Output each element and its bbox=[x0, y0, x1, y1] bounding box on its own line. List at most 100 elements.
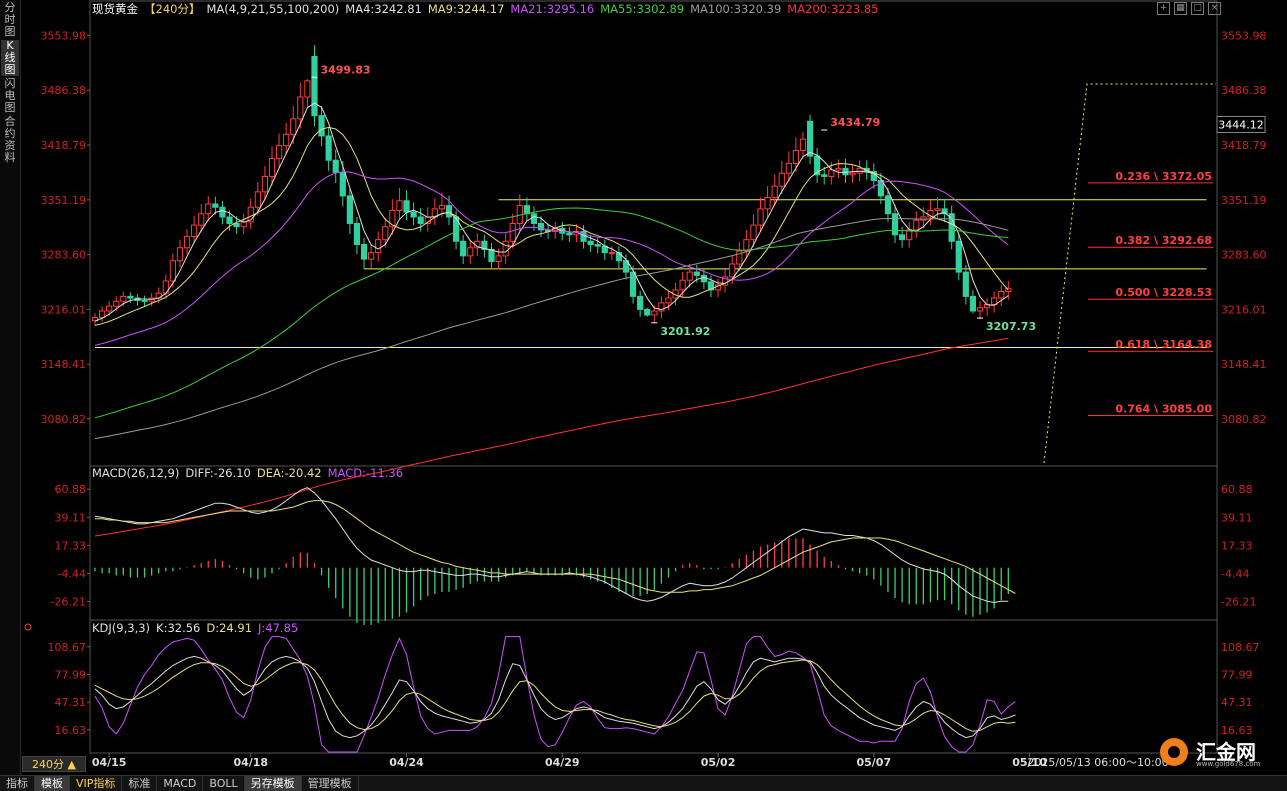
macd-ytick-right-4: -26.21 bbox=[1221, 596, 1256, 609]
ma4-line bbox=[94, 102, 1009, 322]
candle-body-86 bbox=[700, 274, 707, 283]
candle-body-34 bbox=[332, 159, 339, 173]
candle-body-26 bbox=[275, 145, 283, 160]
candle-body-107 bbox=[849, 172, 856, 176]
kdj-legend-1: K:32.56 bbox=[156, 621, 200, 635]
candle-body-112 bbox=[884, 195, 892, 215]
macd-ytick-left-0: 60.88 bbox=[55, 483, 87, 496]
candle-body-79 bbox=[651, 310, 658, 316]
candle-body-103 bbox=[821, 174, 828, 177]
main-legend-8: MA200:3223.85 bbox=[787, 2, 878, 16]
bottom-tab-7[interactable]: 管理模板 bbox=[302, 776, 359, 791]
main-ytick-left-4: 3283.60 bbox=[41, 249, 87, 262]
candle-body-14 bbox=[191, 224, 198, 237]
candle-body-96 bbox=[771, 185, 778, 199]
candle-body-62 bbox=[530, 213, 538, 224]
candle-body-114 bbox=[899, 234, 906, 241]
candle-body-12 bbox=[176, 247, 184, 262]
annotation-0: 3499.83 bbox=[320, 63, 370, 76]
xtick-1: 04/18 bbox=[233, 756, 268, 769]
candle-body-119 bbox=[934, 208, 941, 211]
candle-body-44 bbox=[403, 200, 410, 213]
kdj-j-line bbox=[94, 636, 1016, 753]
xtick-0: 04/15 bbox=[92, 756, 127, 769]
main-ytick-left-7: 3080.82 bbox=[41, 413, 87, 426]
chart-canvas[interactable]: 3553.98 3553.98 3486.38 3486.38 3418.79 3418.… bbox=[0, 0, 1287, 775]
macd-ytick-left-2: 17.33 bbox=[55, 539, 87, 552]
layout-icon[interactable]: ▦ bbox=[1174, 2, 1187, 15]
close-icon[interactable]: × bbox=[1208, 2, 1221, 15]
macd-ytick-left-4: -26.21 bbox=[51, 596, 86, 609]
bottom-tab-5[interactable]: BOLL bbox=[203, 776, 245, 791]
candle-body-23 bbox=[254, 191, 261, 208]
candle-body-95 bbox=[764, 197, 771, 210]
main-legend-2: MA(4,9,21,55,100,200) bbox=[206, 2, 339, 16]
bottom-tab-2[interactable]: VIP指标 bbox=[70, 776, 123, 791]
candle-body-81 bbox=[665, 297, 672, 304]
candle-body-28 bbox=[290, 118, 297, 135]
candle-body-124 bbox=[969, 295, 977, 312]
candle-body-2 bbox=[106, 305, 113, 312]
fib-label-2: 0.500 \ 3228.53 bbox=[1115, 286, 1212, 299]
xtick-3: 04/29 bbox=[545, 756, 580, 769]
candle-body-113 bbox=[891, 213, 899, 236]
crosshair-icon[interactable]: + bbox=[1157, 2, 1170, 15]
kdj-ytick-right-2: 47.31 bbox=[1221, 696, 1253, 709]
bottom-tab-6[interactable]: 另存模板 bbox=[244, 776, 302, 791]
logo-text: 汇金网 bbox=[1196, 740, 1256, 764]
main-legend-1: 【240分】 bbox=[144, 2, 200, 16]
bottom-tab-4[interactable]: MACD bbox=[157, 776, 204, 791]
fib-label-4: 0.764 \ 3085.00 bbox=[1115, 403, 1212, 416]
candle-body-42 bbox=[389, 209, 396, 228]
candle-body-97 bbox=[778, 172, 785, 187]
kdj-ytick-right-0: 108.67 bbox=[1221, 641, 1260, 654]
candle-body-104 bbox=[828, 169, 835, 177]
fib-label-3: 0.618 \ 3164.38 bbox=[1115, 338, 1212, 351]
candle-body-27 bbox=[283, 133, 290, 147]
candle-body-57 bbox=[495, 255, 502, 263]
main-ytick-right-0: 3553.98 bbox=[1221, 29, 1267, 42]
macd-dea-line bbox=[95, 500, 1016, 594]
candle-body-59 bbox=[509, 222, 516, 242]
candle-body-71 bbox=[594, 244, 601, 247]
candle-body-1 bbox=[98, 310, 106, 318]
candle-body-90 bbox=[729, 263, 736, 278]
candle-body-74 bbox=[615, 252, 623, 262]
kdj-ytick-left-0: 108.67 bbox=[48, 641, 87, 654]
candle-body-85 bbox=[693, 271, 700, 276]
kdj-legend-2: D:24.91 bbox=[206, 621, 252, 635]
main-ytick-right-3: 3351.19 bbox=[1221, 194, 1267, 207]
macd-ytick-left-1: 39.11 bbox=[55, 511, 87, 524]
macd-ytick-right-1: 39.11 bbox=[1221, 511, 1253, 524]
candle-body-39 bbox=[368, 252, 375, 260]
candle-body-52 bbox=[460, 240, 467, 257]
logo-icon bbox=[1160, 738, 1188, 766]
maximize-icon[interactable]: □ bbox=[1191, 2, 1204, 15]
candle-body-30 bbox=[304, 80, 311, 98]
annotation-1: 3434.79 bbox=[830, 116, 880, 129]
candle-body-93 bbox=[750, 224, 757, 241]
candle-body-100 bbox=[799, 138, 807, 152]
xtick-5: 05/07 bbox=[856, 756, 891, 769]
interval-selector[interactable]: 240分 ▲ bbox=[22, 756, 86, 772]
candle-body-45 bbox=[410, 211, 417, 218]
candle-body-116 bbox=[913, 219, 920, 231]
main-legend-7: MA100:3320.39 bbox=[690, 2, 781, 16]
candle-body-40 bbox=[375, 239, 382, 254]
main-ytick-left-0: 3553.98 bbox=[41, 29, 87, 42]
macd-legend-0: MACD(26,12,9) bbox=[92, 466, 179, 480]
macd-ytick-right-0: 60.88 bbox=[1221, 483, 1253, 496]
ma100-line bbox=[94, 218, 1009, 440]
candle-body-105 bbox=[835, 167, 842, 171]
bottom-tab-0[interactable]: 指标 bbox=[0, 776, 35, 791]
annotation-2: 3201.92 bbox=[660, 325, 710, 338]
ma21-line bbox=[94, 171, 1009, 346]
bottom-tab-3[interactable]: 标准 bbox=[122, 776, 158, 791]
macd-legend-1: DIFF:-26.10 bbox=[185, 466, 251, 480]
bottom-tab-1[interactable]: 模板 bbox=[35, 776, 70, 791]
candle-body-106 bbox=[842, 167, 849, 176]
candle-body-25 bbox=[268, 158, 276, 177]
kdj-ytick-right-1: 77.99 bbox=[1221, 668, 1253, 681]
kdj-d-line bbox=[94, 659, 1016, 732]
candle-body-41 bbox=[382, 226, 389, 241]
